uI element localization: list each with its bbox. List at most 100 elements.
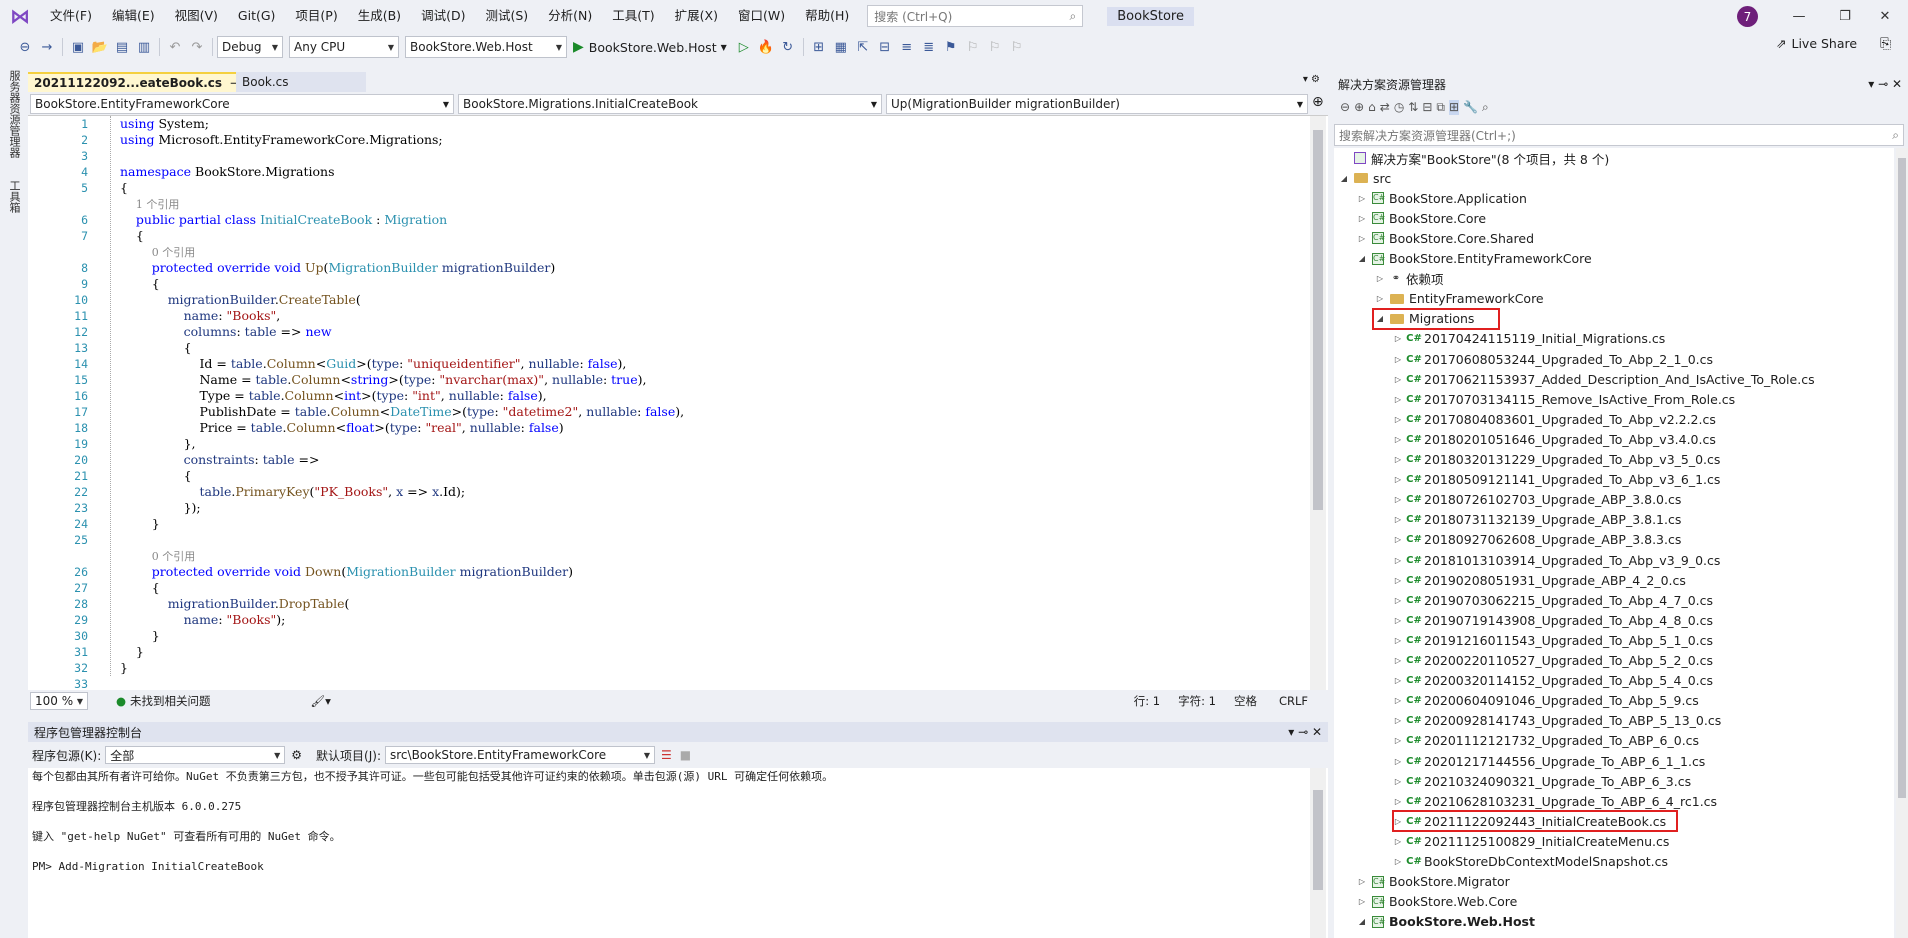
configuration-select[interactable]: Debug ▼: [217, 36, 283, 58]
expanded-arrow-icon[interactable]: ◢: [1356, 254, 1368, 263]
project-node[interactable]: ▷ C# BookStore.Core.Shared: [1356, 228, 1534, 248]
migration-file[interactable]: ▷ C# 20180320131229_Upgraded_To_Abp_v3_5_0…: [1392, 450, 1721, 470]
menu-item[interactable]: 分析(N): [538, 0, 602, 32]
scroll-thumb[interactable]: [1313, 130, 1323, 510]
redo-icon[interactable]: ↷: [186, 36, 208, 58]
collapsed-arrow-icon[interactable]: ▷: [1356, 194, 1368, 203]
pmc-console[interactable]: 每个包都由其所有者许可给你。NuGet 不负责第三方包，也不授予其许可证。一些包…: [28, 768, 1328, 938]
menu-item[interactable]: 工具(T): [602, 0, 664, 32]
menu-item[interactable]: 编辑(E): [102, 0, 165, 32]
project-dropdown[interactable]: BookStore.EntityFrameworkCore ▼: [30, 94, 454, 114]
eol-indicator[interactable]: CRLF: [1279, 694, 1308, 708]
scroll-thumb[interactable]: [1313, 790, 1323, 890]
collapsed-arrow-icon[interactable]: ▷: [1392, 696, 1404, 705]
collapsed-arrow-icon[interactable]: ▷: [1374, 274, 1386, 283]
live-share-button[interactable]: ⇗ Live Share: [1776, 36, 1857, 51]
collapsed-arrow-icon[interactable]: ▷: [1392, 455, 1404, 464]
home-icon[interactable]: ⌂: [1368, 100, 1376, 115]
back-icon[interactable]: ⊖: [14, 36, 36, 58]
collapsed-arrow-icon[interactable]: ▷: [1392, 515, 1404, 524]
menu-item[interactable]: 文件(F): [40, 0, 102, 32]
migration-file[interactable]: ▷ C# 20170608053244_Upgraded_To_Abp_2_1_0.…: [1392, 349, 1713, 369]
show-all-files-icon[interactable]: ⧉: [1436, 100, 1445, 115]
menu-item[interactable]: 视图(V): [165, 0, 228, 32]
zoom-select[interactable]: 100 % ▼: [30, 692, 88, 710]
menu-item[interactable]: 项目(P): [285, 0, 347, 32]
tab-book-cs[interactable]: Book.cs: [236, 72, 366, 92]
issues-status[interactable]: 未找到相关问题: [130, 693, 211, 709]
menu-item[interactable]: 生成(B): [348, 0, 411, 32]
menu-item[interactable]: Git(G): [228, 0, 286, 32]
collapsed-arrow-icon[interactable]: ▷: [1392, 435, 1404, 444]
back-icon[interactable]: ⊖: [1340, 100, 1350, 115]
collapsed-arrow-icon[interactable]: ▷: [1392, 736, 1404, 745]
project-node[interactable]: ◢ C# BookStore.Web.Host: [1356, 912, 1535, 932]
solution-scrollbar[interactable]: [1896, 148, 1908, 938]
run-button[interactable]: ▶ BookStore.Web.Host ▼: [573, 39, 727, 55]
indent-icon[interactable]: ≡: [896, 36, 918, 58]
migration-file[interactable]: ▷ C# 20170703134115_Remove_IsActive_From_R…: [1392, 389, 1735, 409]
collapsed-arrow-icon[interactable]: ▷: [1356, 234, 1368, 243]
next-bookmark-icon[interactable]: ⚐: [984, 36, 1006, 58]
menu-item[interactable]: 扩展(X): [665, 0, 728, 32]
collapsed-arrow-icon[interactable]: ▷: [1392, 415, 1404, 424]
clear-bookmarks-icon[interactable]: ⚐: [1006, 36, 1028, 58]
collapsed-arrow-icon[interactable]: ▷: [1392, 475, 1404, 484]
hot-reload-icon[interactable]: 🔥: [755, 36, 777, 58]
migration-file[interactable]: ▷ C# 20201217144556_Upgrade_To_ABP_6_1_1.c…: [1392, 751, 1705, 771]
stop-icon[interactable]: ■: [680, 748, 691, 762]
migration-file[interactable]: ▷ C# 20200604091046_Upgraded_To_Abp_5_9.cs: [1392, 691, 1699, 711]
split-icon[interactable]: ⊕: [1312, 94, 1324, 110]
package-source-select[interactable]: 全部 ▼: [105, 746, 286, 764]
collapsed-arrow-icon[interactable]: ▷: [1392, 837, 1404, 846]
project-node[interactable]: ▷ C# BookStore.Core: [1356, 208, 1486, 228]
collapsed-arrow-icon[interactable]: ▷: [1392, 757, 1404, 766]
migration-file[interactable]: ▷ C# 20181013103914_Upgraded_To_Abp_v3_9_0…: [1392, 550, 1721, 570]
migration-file[interactable]: ▷ C# 20180731132139_Upgrade_ABP_3.8.1.cs: [1392, 510, 1681, 530]
folder-src[interactable]: ◢ src: [1338, 168, 1391, 188]
preview-icon[interactable]: ⌕: [1482, 100, 1489, 115]
collapsed-arrow-icon[interactable]: ▷: [1356, 877, 1368, 886]
filter-icon[interactable]: ⊞: [1449, 100, 1460, 115]
close-icon[interactable]: ✕: [1862, 0, 1908, 32]
collapsed-arrow-icon[interactable]: ▷: [1392, 777, 1404, 786]
toolbox-tab[interactable]: 工具箱: [6, 180, 22, 213]
migration-file[interactable]: ▷ C# 20190208051931_Upgrade_ABP_4_2_0.cs: [1392, 570, 1686, 590]
collapsed-arrow-icon[interactable]: ▷: [1356, 214, 1368, 223]
collapsed-arrow-icon[interactable]: ▷: [1392, 495, 1404, 504]
migration-file[interactable]: ▷ C# 20200220110527_Upgraded_To_Abp_5_2_0.…: [1392, 651, 1713, 671]
collapsed-arrow-icon[interactable]: ▷: [1392, 716, 1404, 725]
pending-changes-icon[interactable]: ◷: [1394, 100, 1404, 115]
toggle-icon[interactable]: ⊟: [874, 36, 896, 58]
collapsed-arrow-icon[interactable]: ▷: [1392, 535, 1404, 544]
collapsed-arrow-icon[interactable]: ▷: [1392, 375, 1404, 384]
collapsed-arrow-icon[interactable]: ▷: [1392, 676, 1404, 685]
collapsed-arrow-icon[interactable]: ▷: [1356, 897, 1368, 906]
start-without-debug-icon[interactable]: ▷: [733, 36, 755, 58]
project-node[interactable]: ▷ C# BookStore.Migrator: [1356, 872, 1510, 892]
settings-icon[interactable]: ⚙: [291, 748, 302, 762]
migration-file[interactable]: ▷ C# 20200928141743_Upgraded_To_ABP_5_13_0…: [1392, 711, 1721, 731]
avatar[interactable]: 7: [1737, 6, 1758, 27]
server-explorer-tab[interactable]: 服务器资源管理器: [6, 70, 22, 158]
migration-file[interactable]: ▷ C# 20170424115119_Initial_Migrations.cs: [1392, 329, 1665, 349]
dependencies-node[interactable]: ▷ ⚭ 依赖项: [1374, 269, 1444, 289]
project-node[interactable]: ▷ C# BookStore.Application: [1356, 188, 1527, 208]
collapsed-arrow-icon[interactable]: ▷: [1392, 857, 1404, 866]
visual-studio-logo-icon[interactable]: ⋈: [6, 2, 34, 30]
scroll-thumb[interactable]: [1898, 158, 1906, 798]
search-input[interactable]: 搜索 (Ctrl+Q) ⌕: [867, 5, 1084, 27]
save-icon[interactable]: ▤: [111, 36, 133, 58]
migration-file[interactable]: ▷ C# 20180927062608_Upgrade_ABP_3.8.3.cs: [1392, 530, 1681, 550]
prev-bookmark-icon[interactable]: ⚐: [962, 36, 984, 58]
code-editor[interactable]: 1 2 3 4 5 6 7 8 9 10 11 12 13 14 15 16 17 18 19 20 21 22 23 24 2…: [28, 116, 1328, 691]
undo-icon[interactable]: ↶: [164, 36, 186, 58]
pane-controls-icon[interactable]: ▾ ⊸ ✕: [1288, 725, 1322, 739]
forward-icon[interactable]: →: [36, 36, 58, 58]
switch-views-icon[interactable]: ⇄: [1380, 100, 1390, 115]
sync-icon[interactable]: ⇅: [1408, 100, 1418, 115]
expanded-arrow-icon[interactable]: ◢: [1356, 917, 1368, 926]
pmc-scrollbar[interactable]: [1310, 768, 1326, 938]
open-icon[interactable]: 📂: [89, 36, 111, 58]
migration-file[interactable]: ▷ C# 20210628103231_Upgrade_To_ABP_6_4_rc1…: [1392, 791, 1717, 811]
